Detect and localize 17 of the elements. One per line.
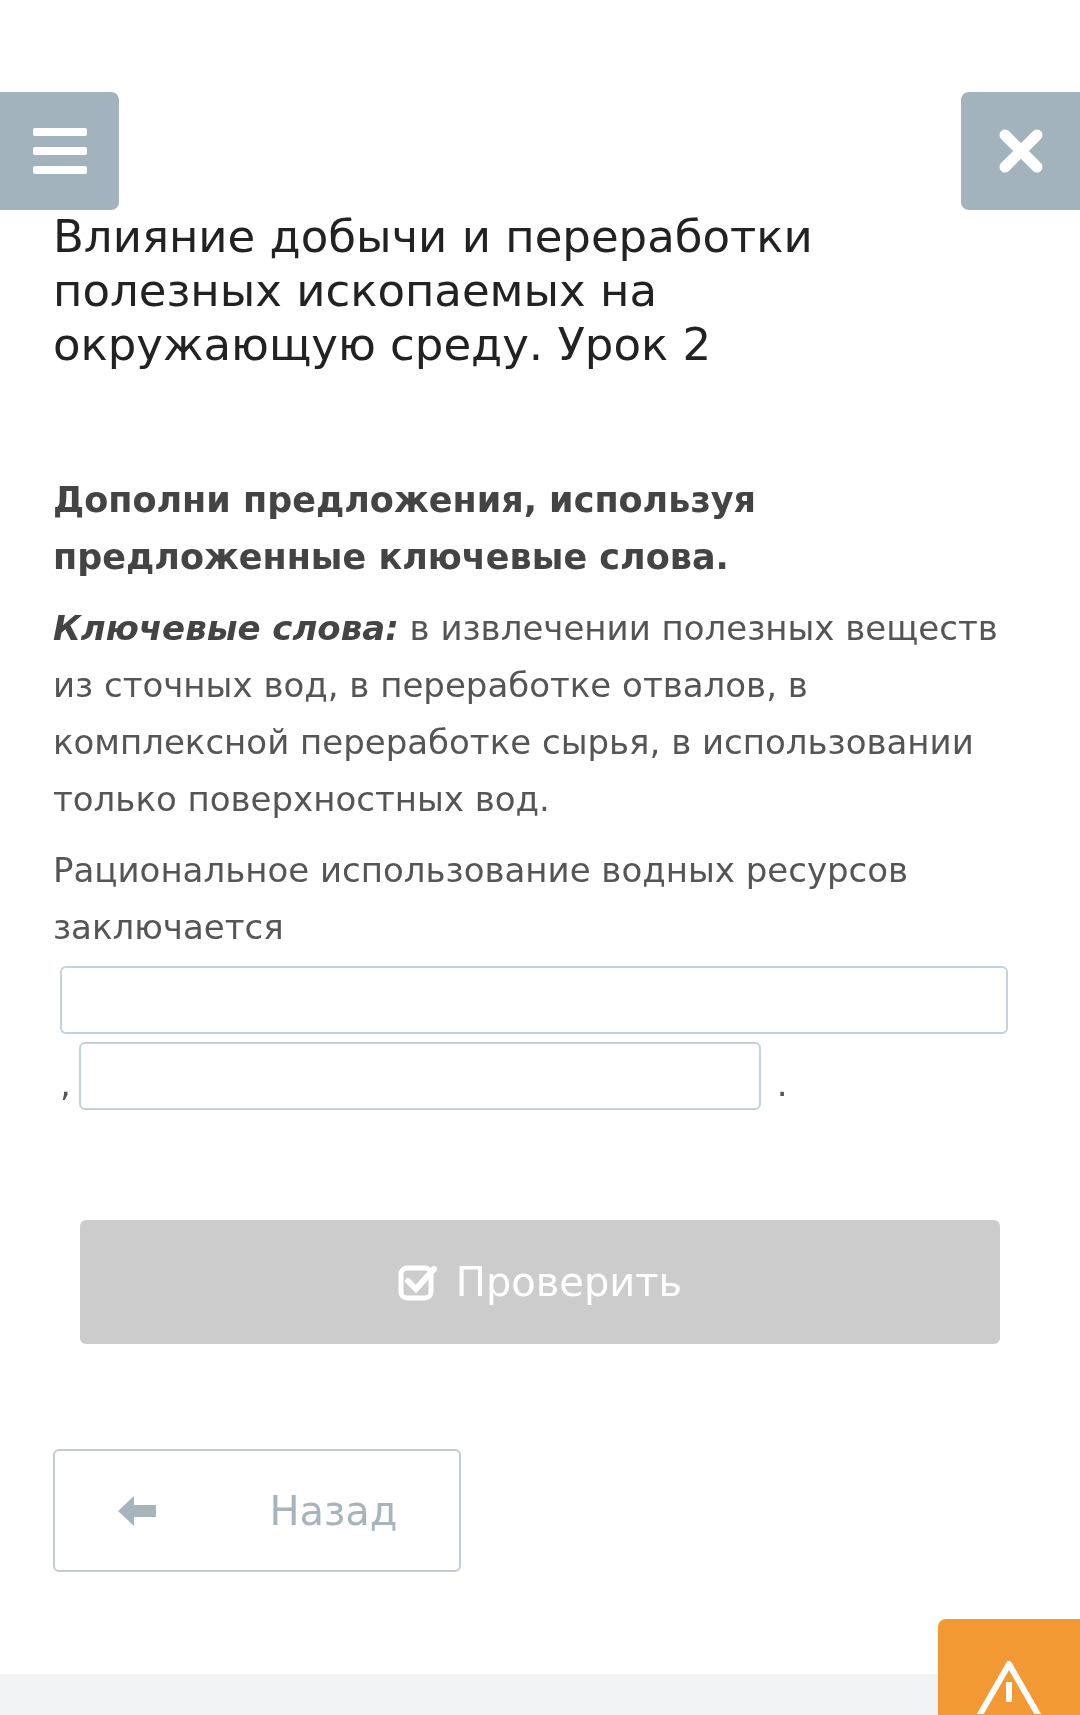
back-button[interactable]: Назад [53, 1449, 461, 1572]
period-text: . [776, 1063, 788, 1106]
arrow-left-icon [116, 1493, 159, 1528]
answer-field[interactable] [78, 1042, 761, 1110]
menu-icon [32, 128, 87, 174]
task-instruction: Дополни предложения, используя предложенные ключевые слова. [53, 479, 757, 579]
answer-field[interactable] [60, 966, 1008, 1034]
menu-button[interactable] [0, 92, 119, 210]
lesson-title: Влияние добычи и переработки полезных ископаемых на окружающую среду. Урок 2 [53, 210, 814, 372]
close-icon [998, 129, 1043, 173]
checkbox-icon [397, 1263, 438, 1301]
report-button[interactable] [938, 1619, 1080, 1715]
comma-text: , [60, 1063, 71, 1106]
close-button[interactable] [961, 92, 1080, 210]
sentence-text: Рациональное использование водных ресурсов заключается [53, 849, 910, 949]
keywords-text: Ключевые слова: в извлечении полезных веществ из сточных вод, в переработке отвалов, в комплексной переработке сырья, в использовании только поверхностных вод. [53, 607, 999, 821]
warning-icon [974, 1658, 1044, 1714]
